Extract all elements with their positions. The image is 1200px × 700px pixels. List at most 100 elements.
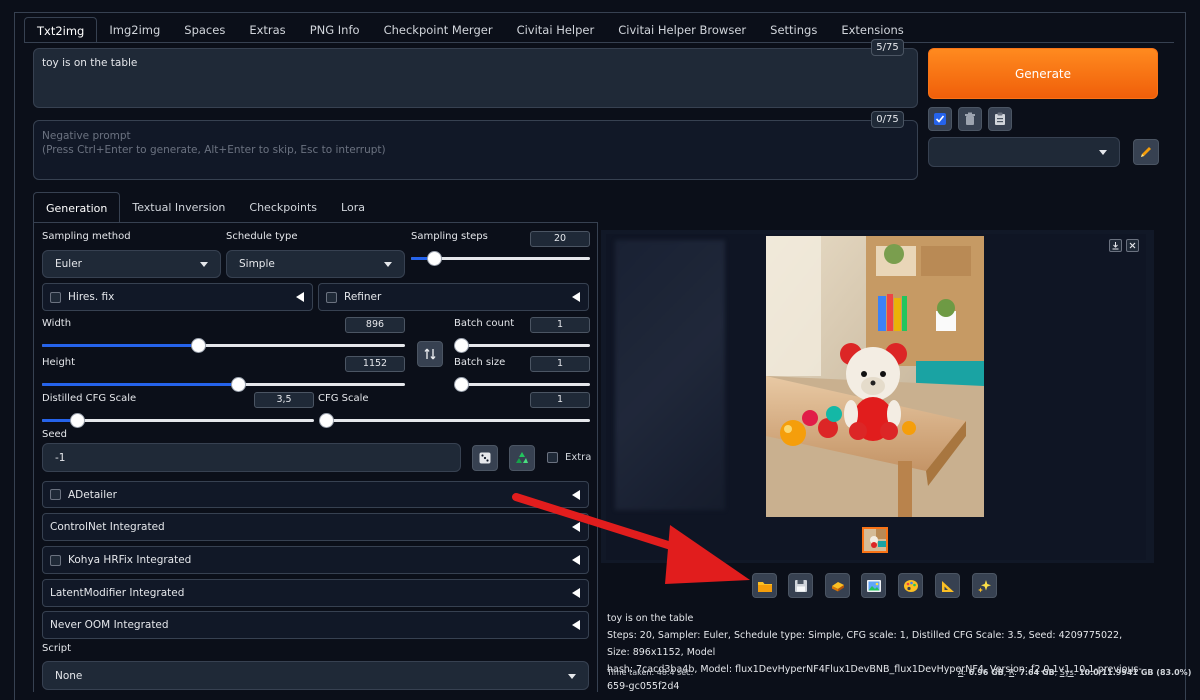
adetailer-label: ADetailer: [68, 488, 117, 501]
tab-png-info[interactable]: PNG Info: [298, 17, 372, 43]
paste-prompt-button[interactable]: [988, 107, 1012, 131]
tab-spaces[interactable]: Spaces: [172, 17, 237, 43]
script-select[interactable]: None: [42, 661, 589, 690]
batch-size-input[interactable]: 1: [530, 356, 590, 372]
slider-handle[interactable]: [454, 338, 469, 353]
subtab-textual-inversion[interactable]: Textual Inversion: [120, 192, 237, 223]
mem-r-value: 7.64 GB: [1019, 668, 1055, 677]
trash-icon: [965, 112, 975, 125]
seed-input[interactable]: -1: [42, 443, 461, 472]
sampling-method-label: Sampling method: [42, 231, 131, 242]
send-to-inpaint-button[interactable]: [898, 573, 923, 598]
latentmodifier-label: LatentModifier Integrated: [50, 587, 185, 599]
negative-token-counter: 0/75: [871, 111, 904, 128]
height-slider[interactable]: [42, 377, 405, 392]
hires-fix-accordion[interactable]: Hires. fix: [42, 283, 313, 311]
output-params-line2: hash: 7cacd3ba4b, Model: flux1DevHyperNF…: [607, 664, 1142, 692]
width-slider[interactable]: [42, 338, 405, 353]
generate-button[interactable]: Generate: [928, 48, 1158, 99]
slider-fill: [42, 383, 239, 386]
dice-icon: [479, 452, 491, 464]
show-extra-networks-button[interactable]: [928, 107, 952, 131]
extra-seed-toggle[interactable]: Extra: [547, 452, 591, 463]
cfg-scale-input[interactable]: 1: [530, 392, 590, 408]
random-seed-button[interactable]: [472, 445, 498, 471]
send-to-extras-button[interactable]: [935, 573, 960, 598]
distilled-cfg-input[interactable]: 3,5: [254, 392, 314, 408]
blurred-background-preview: [615, 240, 725, 510]
swap-icon: [424, 348, 436, 360]
picture-icon: [866, 579, 881, 592]
extra-checkbox[interactable]: [547, 452, 558, 463]
cfg-scale-slider[interactable]: [319, 413, 590, 428]
generated-image[interactable]: [766, 236, 984, 517]
batch-count-slider[interactable]: [454, 338, 590, 353]
image-thumbnail[interactable]: [862, 527, 888, 553]
tab-checkpoint-merger[interactable]: Checkpoint Merger: [372, 17, 505, 43]
mem-sys-label: Sys: [1059, 668, 1074, 677]
adetailer-checkbox[interactable]: [50, 489, 61, 500]
seed-value: -1: [55, 451, 66, 464]
never-oom-accordion[interactable]: Never OOM Integrated: [42, 611, 589, 639]
prompt-input[interactable]: toy is on the table: [33, 48, 918, 108]
negative-prompt-hint: (Press Ctrl+Enter to generate, Alt+Enter…: [42, 144, 386, 156]
height-input[interactable]: 1152: [345, 356, 405, 372]
pencil-icon: [1141, 147, 1151, 157]
download-image-button[interactable]: [1109, 239, 1122, 252]
save-button[interactable]: [788, 573, 813, 598]
close-image-button[interactable]: [1126, 239, 1139, 252]
slider-handle[interactable]: [319, 413, 334, 428]
cfg-scale-label: CFG Scale: [318, 393, 369, 404]
batch-size-label: Batch size: [454, 357, 506, 368]
slider-handle[interactable]: [191, 338, 207, 353]
triangle-ruler-icon: [941, 580, 954, 592]
clear-prompt-button[interactable]: [958, 107, 982, 131]
clipboard-icon: [995, 112, 1005, 125]
zip-button[interactable]: [825, 573, 850, 598]
tab-extras[interactable]: Extras: [237, 17, 297, 43]
tab-txt2img[interactable]: Txt2img: [24, 17, 98, 43]
width-input[interactable]: 896: [345, 317, 405, 333]
chevron-down-icon: [384, 262, 392, 267]
tab-civitai-helper[interactable]: Civitai Helper: [505, 17, 607, 43]
batch-count-input[interactable]: 1: [530, 317, 590, 333]
send-to-img2img-button[interactable]: [861, 573, 886, 598]
tab-civitai-helper-browser[interactable]: Civitai Helper Browser: [606, 17, 758, 43]
hires-fix-label: Hires. fix: [68, 291, 115, 303]
kohya-hrfix-label: Kohya HRFix Integrated: [68, 554, 192, 566]
tab-settings[interactable]: Settings: [758, 17, 829, 43]
schedule-type-label: Schedule type: [226, 231, 298, 242]
sampling-method-select[interactable]: Euler: [42, 250, 221, 278]
thumbnail-image: [864, 529, 886, 551]
subtab-generation[interactable]: Generation: [33, 192, 121, 223]
extra-label: Extra: [565, 452, 592, 463]
distilled-cfg-slider[interactable]: [42, 413, 314, 428]
reuse-seed-button[interactable]: [509, 445, 535, 471]
generation-subtab-bar: Generation Textual Inversion Checkpoints…: [33, 192, 377, 223]
swap-dimensions-button[interactable]: [417, 341, 443, 367]
upscale-button[interactable]: [972, 573, 997, 598]
sampling-steps-input[interactable]: 20: [530, 231, 590, 247]
chevron-down-icon: [1099, 150, 1107, 155]
batch-size-slider[interactable]: [454, 377, 590, 392]
refiner-checkbox[interactable]: [326, 291, 337, 303]
styles-dropdown[interactable]: [928, 137, 1120, 167]
subtab-lora[interactable]: Lora: [329, 192, 377, 223]
hires-fix-checkbox[interactable]: [50, 291, 61, 303]
sampling-steps-slider[interactable]: [411, 251, 590, 266]
schedule-type-select[interactable]: Simple: [226, 250, 405, 278]
refiner-accordion[interactable]: Refiner: [318, 283, 589, 311]
script-value: None: [55, 669, 83, 682]
collapse-triangle-icon: [296, 292, 304, 302]
top-tab-bar: Txt2img Img2img Spaces Extras PNG Info C…: [24, 17, 916, 43]
edit-styles-button[interactable]: [1133, 139, 1159, 165]
slider-handle[interactable]: [231, 377, 247, 392]
subtab-checkpoints[interactable]: Checkpoints: [237, 192, 329, 223]
negative-prompt-input[interactable]: Negative prompt (Press Ctrl+Enter to gen…: [33, 120, 918, 180]
kohya-hrfix-checkbox[interactable]: [50, 554, 61, 566]
slider-handle[interactable]: [454, 377, 469, 392]
tab-img2img[interactable]: Img2img: [97, 17, 172, 43]
batch-count-label: Batch count: [454, 318, 515, 329]
controlnet-label: ControlNet Integrated: [50, 521, 165, 533]
memory-stats: A: 6.96 GB, R: 7.64 GB, Sys: 10.0/11.994…: [958, 668, 1192, 677]
